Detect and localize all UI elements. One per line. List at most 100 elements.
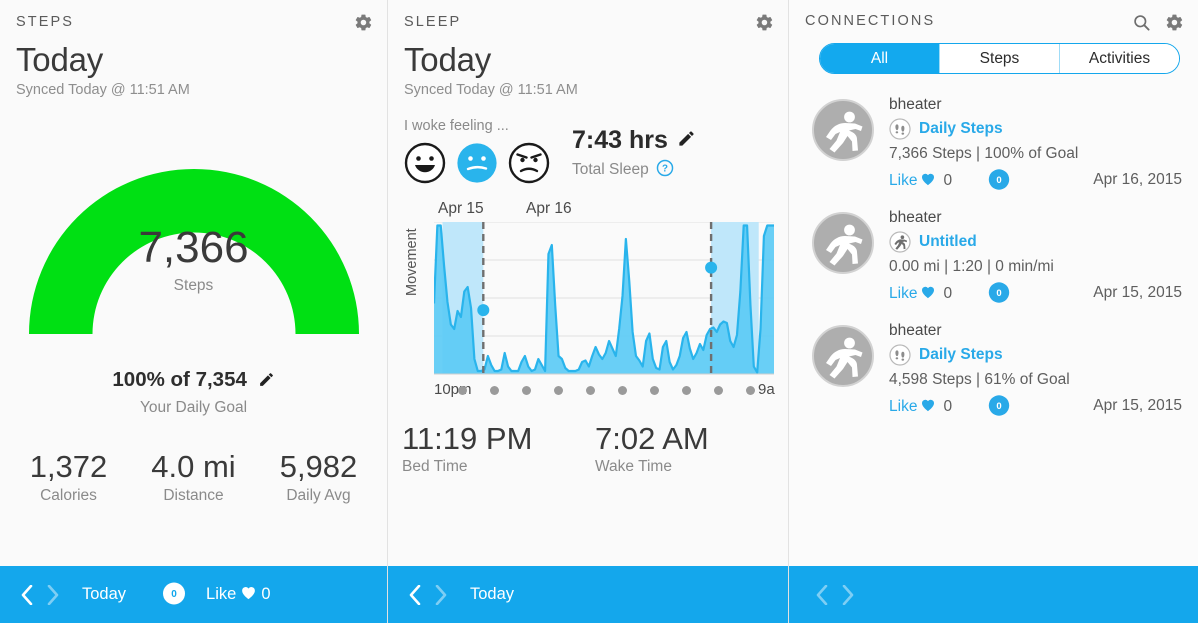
day-label: Apr 16	[526, 199, 572, 217]
chevron-right-icon[interactable]	[40, 582, 66, 608]
steps-gauge-center: 7,366 Steps	[0, 222, 387, 295]
feed-username[interactable]: bheater	[889, 96, 1182, 114]
comment-bubble[interactable]: 0	[160, 581, 188, 609]
mood-happy-icon[interactable]	[404, 142, 446, 184]
tab-activities[interactable]: Activities	[1060, 44, 1179, 73]
wake-time-value: 7:02 AM	[595, 420, 709, 456]
feed-metrics: 4,598 Steps | 61% of Goal	[889, 371, 1070, 388]
comment-bubble[interactable]: 0	[986, 281, 1012, 307]
pencil-icon[interactable]	[677, 126, 696, 155]
mood-neutral-icon[interactable]	[456, 142, 498, 184]
feed-activity-row: Untitled	[889, 231, 1182, 253]
tab-steps[interactable]: Steps	[940, 44, 1060, 73]
pencil-icon[interactable]	[258, 370, 275, 394]
feed-date: Apr 16, 2015	[1093, 171, 1182, 188]
sleep-kicker: SLEEP	[404, 14, 462, 30]
feed-item[interactable]: bheater Untitled 0.00 mi | 1:20 | 0 min/…	[789, 201, 1198, 314]
steps-bottom-label[interactable]: Today	[82, 585, 126, 604]
gear-icon[interactable]	[755, 13, 774, 32]
like-control[interactable]: Like 0	[889, 397, 952, 417]
feed-date: Apr 15, 2015	[1093, 284, 1182, 301]
tab-all[interactable]: All	[820, 44, 940, 73]
comment-count: 0	[996, 175, 1001, 186]
chevron-left-icon[interactable]	[14, 582, 40, 608]
runner-avatar-icon[interactable]	[811, 324, 875, 388]
connections-filter-tabs: All Steps Activities	[819, 43, 1180, 74]
feed-activity-label[interactable]: Daily Steps	[919, 346, 1003, 364]
steps-bottom-bar: Today 0 Like 0	[0, 566, 387, 623]
xtick-dot	[522, 385, 531, 395]
comment-bubble[interactable]: 0	[986, 168, 1012, 194]
xtick-dot	[682, 385, 691, 395]
mood-prompt: I woke feeling ...	[404, 117, 509, 134]
sleep-title: Today	[404, 41, 492, 78]
steps-goal-row: 100% of 7,354	[0, 368, 387, 394]
feed-item-body: bheater Daily Steps 4,598 Steps | 61% of…	[889, 322, 1182, 419]
chevron-right-icon[interactable]	[428, 582, 454, 608]
steps-header-icons	[354, 13, 373, 32]
stat-value: 1,372	[29, 448, 108, 484]
bed-time-label: Bed Time	[402, 458, 468, 476]
bed-time-block: 11:19 PM Bed Time	[402, 422, 595, 477]
mood-unhappy-icon[interactable]	[508, 142, 550, 184]
comment-bubble[interactable]: 0	[986, 394, 1012, 420]
stat-label: Calories	[40, 487, 97, 505]
like-label: Like	[206, 585, 237, 603]
wake-time-label: Wake Time	[595, 458, 672, 476]
xtick-dot	[586, 385, 595, 395]
footsteps-icon	[889, 344, 911, 366]
chevron-left-icon[interactable]	[402, 582, 428, 608]
total-sleep-label: Total Sleep	[572, 161, 649, 179]
sleep-times-row: 11:19 PM Bed Time 7:02 AM Wake Time	[388, 420, 788, 477]
chevron-right-icon[interactable]	[835, 582, 861, 608]
running-icon	[889, 231, 911, 253]
heart-icon	[920, 284, 936, 304]
feed-username[interactable]: bheater	[889, 209, 1182, 227]
like-count: 0	[943, 398, 953, 415]
xtick-dot	[490, 385, 499, 395]
like-count: 0	[943, 285, 953, 302]
xtick-dot	[554, 385, 563, 395]
chevron-left-icon[interactable]	[809, 582, 835, 608]
like-control[interactable]: Like 0	[889, 171, 952, 191]
feed-activity-label[interactable]: Daily Steps	[919, 120, 1003, 138]
xtick-dot	[714, 385, 723, 395]
sleep-panel: SLEEP Today Synced Today @ 11:51 AM I wo…	[387, 0, 789, 623]
like-count: 0	[261, 585, 271, 603]
xtick-dot	[618, 385, 627, 395]
connections-header: CONNECTIONS	[789, 0, 1198, 32]
sleep-panel-body: SLEEP Today Synced Today @ 11:51 AM I wo…	[388, 0, 788, 566]
connections-panel: CONNECTIONS All Steps Activities bheater…	[789, 0, 1198, 623]
feed-item[interactable]: bheater Daily Steps 7,366 Steps | 100% o…	[789, 88, 1198, 201]
feed-metrics: 7,366 Steps | 100% of Goal	[889, 145, 1079, 162]
steps-count: 7,366	[138, 222, 249, 272]
sleep-chart-xaxis: 10pm 9a	[396, 379, 788, 401]
help-circle-icon[interactable]: ?	[656, 159, 674, 182]
runner-avatar-icon[interactable]	[811, 211, 875, 275]
sleep-bottom-label[interactable]: Today	[470, 585, 514, 604]
like-label: Like	[889, 172, 918, 189]
gear-icon[interactable]	[354, 13, 373, 32]
feed-activity-label[interactable]: Untitled	[919, 233, 977, 251]
svg-text:?: ?	[662, 163, 668, 174]
runner-avatar-icon[interactable]	[811, 98, 875, 162]
connections-bottom-bar	[789, 566, 1198, 623]
feed-actions: Like 0 0 Apr 16, 2015	[889, 169, 1182, 193]
search-icon[interactable]	[1132, 13, 1151, 32]
feed-item[interactable]: bheater Daily Steps 4,598 Steps | 61% of…	[789, 314, 1198, 427]
feed-username[interactable]: bheater	[889, 322, 1182, 340]
gear-icon[interactable]	[1165, 13, 1184, 32]
total-sleep-row: 7:43 hrs	[572, 126, 696, 155]
like-control[interactable]: Like 0	[206, 584, 270, 605]
steps-title: Today	[16, 41, 104, 78]
stat-value: 5,982	[279, 448, 358, 484]
feed-metrics: 0.00 mi | 1:20 | 0 min/mi	[889, 258, 1054, 275]
fitness-dashboard: STEPS Today Synced Today @ 11:51 AM 7,36	[0, 0, 1200, 623]
like-label: Like	[889, 285, 918, 302]
heart-icon	[920, 397, 936, 417]
like-control[interactable]: Like 0	[889, 284, 952, 304]
sleep-header: SLEEP Today Synced Today @ 11:51 AM	[388, 0, 788, 98]
comment-count: 0	[996, 288, 1001, 299]
like-label: Like	[889, 398, 918, 415]
mood-block: I woke feeling ... 7:43 hrs Total Sleep …	[388, 118, 788, 184]
